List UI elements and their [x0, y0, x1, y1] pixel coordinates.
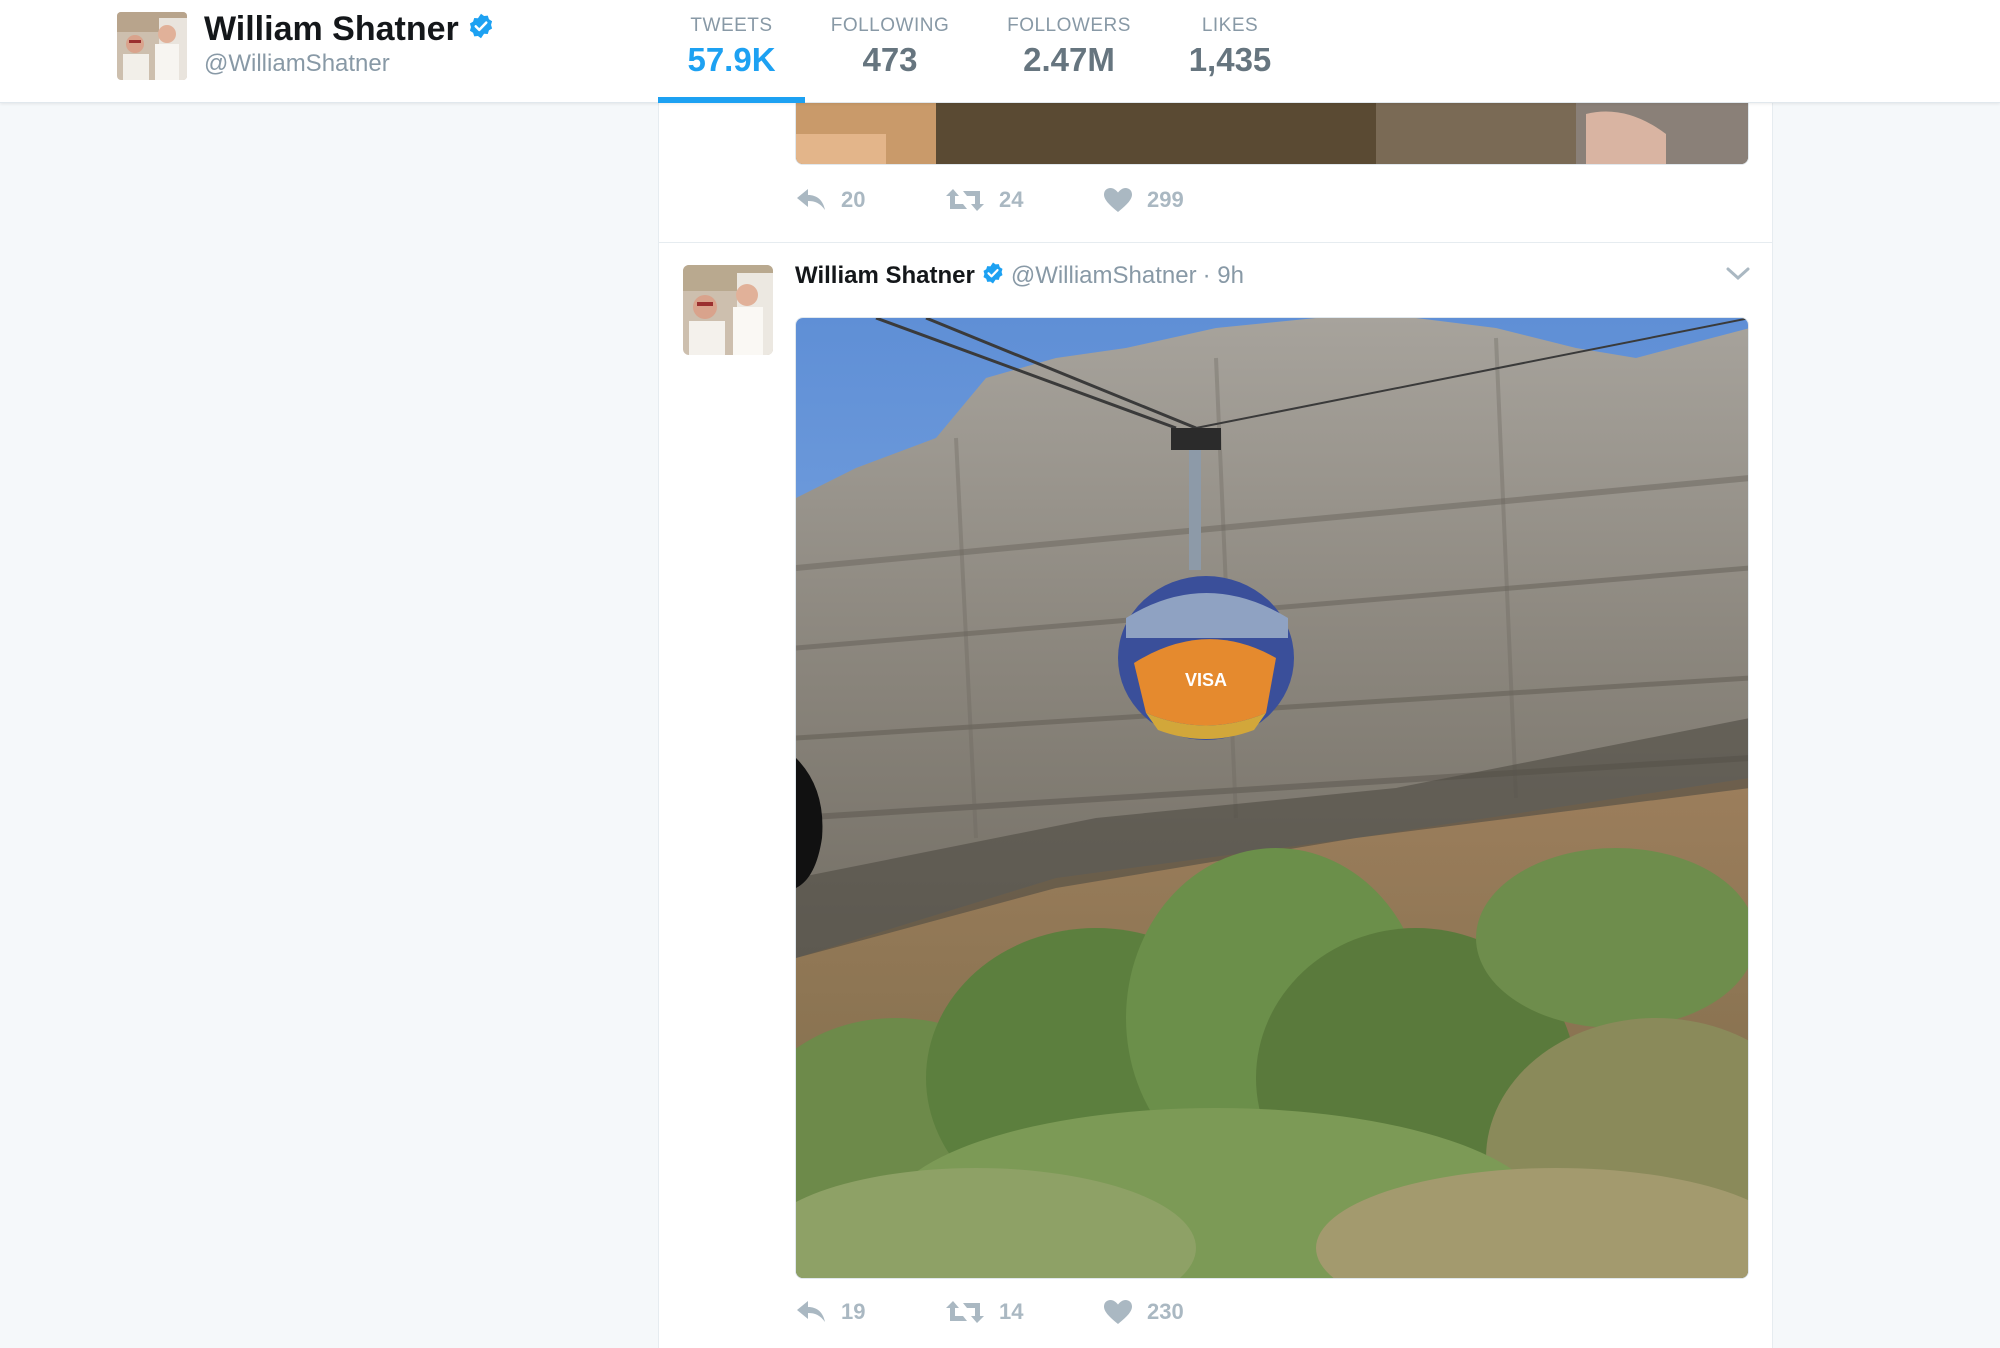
- reply-icon: [797, 189, 825, 210]
- chevron-down-icon: [1726, 267, 1750, 281]
- profile-name[interactable]: William Shatner: [204, 10, 495, 49]
- like-count: 230: [1147, 1299, 1184, 1324]
- tweet-actions: 19 14 230: [795, 1299, 1253, 1325]
- cable-car-logo: VISA: [1185, 670, 1227, 690]
- like-button[interactable]: 230: [1103, 1299, 1253, 1325]
- tweet-author-name[interactable]: William Shatner: [795, 262, 975, 290]
- tweet-divider: [659, 242, 1772, 243]
- profile-name-text[interactable]: William Shatner: [204, 10, 459, 49]
- tweet-timestamp[interactable]: · 9h: [1203, 262, 1244, 290]
- like-button[interactable]: 299: [1103, 187, 1253, 213]
- previous-tweet-actions: 20 24 299: [795, 187, 1253, 213]
- reply-icon: [797, 1301, 825, 1322]
- stat-label: TWEETS: [690, 15, 773, 36]
- stat-value: 1,435: [1188, 41, 1272, 78]
- retweet-count: 14: [999, 1299, 1024, 1324]
- retweet-button[interactable]: 24: [945, 187, 1103, 213]
- tab-tweets[interactable]: TWEETS 57.9K: [658, 0, 805, 103]
- previous-tweet-photo[interactable]: [795, 103, 1749, 165]
- heart-icon: [1104, 188, 1132, 212]
- stat-label: LIKES: [1201, 15, 1259, 36]
- reply-count: 19: [841, 1299, 866, 1324]
- retweet-icon: [946, 1301, 984, 1323]
- profile-stats: TWEETS 57.9K FOLLOWING 473 FOLLOWERS 2.4…: [658, 0, 1297, 103]
- tweet-menu-button[interactable]: [1725, 265, 1751, 288]
- retweet-button[interactable]: 14: [945, 1299, 1103, 1325]
- tweet-header: William Shatner @WilliamShatner · 9h: [795, 261, 1244, 290]
- profile-handle[interactable]: @WilliamShatner: [204, 50, 390, 78]
- reply-button[interactable]: 19: [795, 1299, 945, 1325]
- tab-likes[interactable]: LIKES 1,435: [1163, 0, 1297, 103]
- stat-value: 57.9K: [687, 41, 776, 78]
- stat-value: 473: [862, 41, 918, 78]
- reply-count: 20: [841, 187, 866, 212]
- stat-value: 2.47M: [1023, 41, 1115, 78]
- tweet-timeline: 20 24 299 William Shatner @WilliamShatne…: [658, 103, 1773, 1348]
- profile-nav-bar: William Shatner @WilliamShatner TWEETS 5…: [0, 0, 2000, 103]
- tweet-author-avatar[interactable]: [683, 265, 773, 355]
- tweet-photo[interactable]: VISA: [795, 317, 1749, 1279]
- verified-badge-icon: [981, 261, 1005, 290]
- verified-badge-icon: [467, 10, 495, 49]
- tab-following[interactable]: FOLLOWING 473: [805, 0, 975, 103]
- like-count: 299: [1147, 187, 1184, 212]
- heart-icon: [1104, 1300, 1132, 1324]
- tab-followers[interactable]: FOLLOWERS 2.47M: [975, 0, 1163, 103]
- stat-label: FOLLOWING: [830, 15, 950, 36]
- retweet-count: 24: [999, 187, 1024, 212]
- tweet-author-handle[interactable]: @WilliamShatner: [1011, 262, 1197, 290]
- profile-avatar[interactable]: [117, 12, 187, 80]
- retweet-icon: [946, 189, 984, 211]
- reply-button[interactable]: 20: [795, 187, 945, 213]
- stat-label: FOLLOWERS: [1007, 15, 1131, 36]
